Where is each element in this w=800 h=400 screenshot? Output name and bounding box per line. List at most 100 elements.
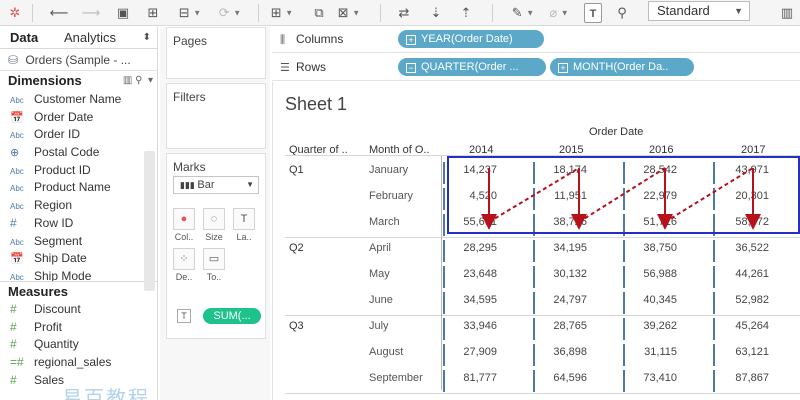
- measure-field[interactable]: # Discount: [0, 301, 157, 319]
- month-label[interactable]: August: [369, 346, 403, 358]
- tab-data[interactable]: Data: [10, 27, 38, 49]
- month-label[interactable]: February: [369, 190, 413, 202]
- value-cell[interactable]: 31,115: [621, 346, 677, 358]
- pages-title: Pages: [173, 34, 208, 48]
- value-cell[interactable]: 44,261: [713, 268, 769, 280]
- value-cell[interactable]: 81,777: [441, 372, 497, 384]
- quarter-divider: [285, 315, 800, 316]
- dimensions-header: Dimensions ▥ ⚲ ▾: [0, 71, 157, 91]
- month-label[interactable]: June: [369, 294, 393, 306]
- value-cell[interactable]: 36,898: [531, 346, 587, 358]
- quarter-label[interactable]: Q1: [289, 164, 304, 176]
- value-cell[interactable]: 36,522: [713, 242, 769, 254]
- value-cell[interactable]: 38,750: [621, 242, 677, 254]
- dimension-field[interactable]: ⊕ Postal Code: [0, 144, 157, 162]
- value-cell[interactable]: 87,867: [713, 372, 769, 384]
- value-cell[interactable]: 40,345: [621, 294, 677, 306]
- string-icon: Abc: [10, 202, 24, 212]
- tooltip-button[interactable]: ▭ To..: [201, 248, 227, 284]
- value-cell[interactable]: 56,988: [621, 268, 677, 280]
- dimension-field[interactable]: Abc Segment: [0, 233, 157, 251]
- fix-axes-icon[interactable]: ⚲: [612, 3, 632, 23]
- quarter-label[interactable]: Q3: [289, 320, 304, 332]
- clear-sheet-icon[interactable]: ⊠ ▼: [336, 3, 362, 23]
- tableau-logo-icon[interactable]: ✲: [6, 3, 24, 23]
- dimension-field[interactable]: # Row ID: [0, 215, 157, 233]
- dimension-field[interactable]: Abc Product Name: [0, 179, 157, 197]
- group-members-icon[interactable]: ⌀ ▼: [542, 3, 576, 23]
- month-label[interactable]: April: [369, 242, 391, 254]
- dimension-field[interactable]: Abc Product ID: [0, 162, 157, 180]
- value-cell[interactable]: 39,262: [621, 320, 677, 332]
- dimensions-tools[interactable]: ▥ ⚲ ▾: [123, 71, 153, 91]
- sort-ascending-icon[interactable]: ⇣: [424, 3, 448, 23]
- highlight-icon[interactable]: ✎ ▼: [506, 3, 540, 23]
- value-cell[interactable]: 34,195: [531, 242, 587, 254]
- label-button[interactable]: T La..: [231, 208, 257, 244]
- mark-type-select[interactable]: ▮▮▮ Bar ▼: [173, 176, 259, 194]
- dimension-field[interactable]: 📅 Ship Date: [0, 250, 157, 268]
- color-icon: ●: [173, 208, 195, 230]
- sum-sales-pill[interactable]: SUM(...: [203, 308, 261, 324]
- duplicate-sheet-icon[interactable]: ⧉: [306, 3, 332, 23]
- detail-label: De..: [175, 272, 193, 282]
- value-cell[interactable]: 30,132: [531, 268, 587, 280]
- show-me-icon[interactable]: ▥: [776, 3, 798, 23]
- tab-analytics[interactable]: Analytics: [64, 27, 116, 49]
- value-cell[interactable]: 64,596: [531, 372, 587, 384]
- value-cell[interactable]: 28,295: [441, 242, 497, 254]
- value-cell[interactable]: 45,264: [713, 320, 769, 332]
- measure-field[interactable]: =# regional_sales: [0, 354, 157, 372]
- swap-rows-columns-icon[interactable]: ⇄: [392, 3, 416, 23]
- pause-updates-icon[interactable]: ⊟ ▼: [172, 3, 208, 23]
- field-label: Ship Date: [34, 251, 87, 266]
- new-worksheet-icon[interactable]: ⊞ ▼: [264, 3, 300, 23]
- columns-label: ⫼ Columns: [280, 27, 343, 52]
- value-cell[interactable]: 24,797: [531, 294, 587, 306]
- month-label[interactable]: July: [369, 320, 389, 332]
- value-cell[interactable]: 63,121: [713, 346, 769, 358]
- dimension-field[interactable]: 📅 Order Date: [0, 109, 157, 127]
- save-icon[interactable]: ▣: [112, 3, 134, 23]
- value-cell[interactable]: 73,410: [621, 372, 677, 384]
- quarter-label[interactable]: Q2: [289, 242, 304, 254]
- dimension-field[interactable]: Abc Ship Mode: [0, 268, 157, 281]
- value-cell[interactable]: 52,982: [713, 294, 769, 306]
- field-label: Segment: [34, 233, 83, 248]
- pages-card[interactable]: Pages: [166, 27, 266, 79]
- month-order-date-pill[interactable]: + MONTH(Order Da..: [550, 58, 694, 76]
- dimension-field[interactable]: Abc Customer Name: [0, 91, 157, 109]
- month-label[interactable]: March: [369, 216, 400, 228]
- fit-select[interactable]: Standard ▼: [648, 1, 750, 21]
- dimension-field[interactable]: Abc Region: [0, 197, 157, 215]
- sort-descending-icon[interactable]: ⇡: [454, 3, 478, 23]
- dimension-field[interactable]: Abc Order ID: [0, 126, 157, 144]
- redo-icon[interactable]: ⟶: [80, 3, 102, 23]
- month-label[interactable]: January: [369, 164, 408, 176]
- month-label[interactable]: September: [369, 372, 423, 384]
- refresh-icon[interactable]: ⟳ ▼: [212, 3, 248, 23]
- measure-field[interactable]: # Quantity: [0, 336, 157, 354]
- month-label[interactable]: May: [369, 268, 390, 280]
- value-cell[interactable]: 33,946: [441, 320, 497, 332]
- detail-button[interactable]: ⁘ De..: [171, 248, 197, 284]
- sheet-title[interactable]: Sheet 1: [285, 94, 347, 115]
- tab-menu-icon[interactable]: ⬍: [143, 27, 151, 49]
- new-data-source-icon[interactable]: ⊞: [142, 3, 164, 23]
- datasource-item[interactable]: ⛁ Orders (Sample - ...: [0, 49, 157, 71]
- value-cell[interactable]: 23,648: [441, 268, 497, 280]
- data-pane-scrollbar[interactable]: [144, 151, 155, 291]
- filters-card[interactable]: Filters: [166, 83, 266, 149]
- size-button[interactable]: ◌ Size: [201, 208, 227, 244]
- value-cell[interactable]: 28,765: [531, 320, 587, 332]
- rows-shelf[interactable]: ☰ Rows − QUARTER(Order ... + MONTH(Order Da…: [272, 55, 800, 81]
- year-order-date-pill[interactable]: + YEAR(Order Date): [398, 30, 544, 48]
- value-cell[interactable]: 34,595: [441, 294, 497, 306]
- show-mark-labels-icon[interactable]: T: [584, 3, 602, 23]
- value-cell[interactable]: 27,909: [441, 346, 497, 358]
- undo-icon[interactable]: ⟵: [48, 3, 70, 23]
- columns-shelf[interactable]: ⫼ Columns + YEAR(Order Date): [272, 27, 800, 53]
- color-button[interactable]: ● Col..: [171, 208, 197, 244]
- quarter-order-date-pill[interactable]: − QUARTER(Order ...: [398, 58, 546, 76]
- measure-field[interactable]: # Profit: [0, 319, 157, 337]
